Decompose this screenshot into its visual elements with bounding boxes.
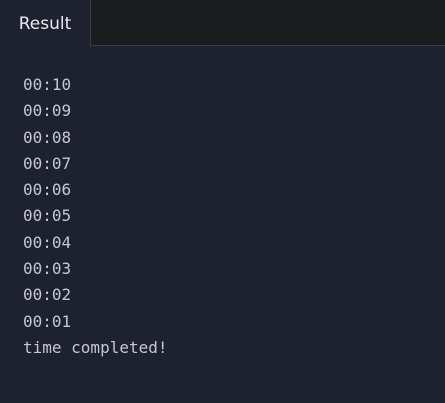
console-line: 00:03: [23, 259, 72, 279]
console-output: 00:10 00:09 00:08 00:07 00:06 00:05 00:0…: [23, 72, 168, 361]
console-line: 00:08: [23, 127, 72, 147]
tab-bar: Result: [0, 0, 445, 47]
console-line: 00:01: [23, 311, 72, 331]
console-line: time completed!: [23, 337, 168, 357]
result-panel: Result 00:10 00:09 00:08 00:07 00:06 00:…: [0, 0, 445, 403]
console-line: 00:09: [23, 101, 72, 121]
console-line: 00:10: [23, 75, 72, 94]
console-line: 00:02: [23, 285, 72, 305]
console-line: 00:05: [23, 206, 72, 226]
tab-result[interactable]: Result: [0, 0, 91, 47]
console-line: 00:04: [23, 232, 72, 252]
console-line: 00:06: [23, 180, 72, 200]
console-line: 00:07: [23, 153, 72, 173]
